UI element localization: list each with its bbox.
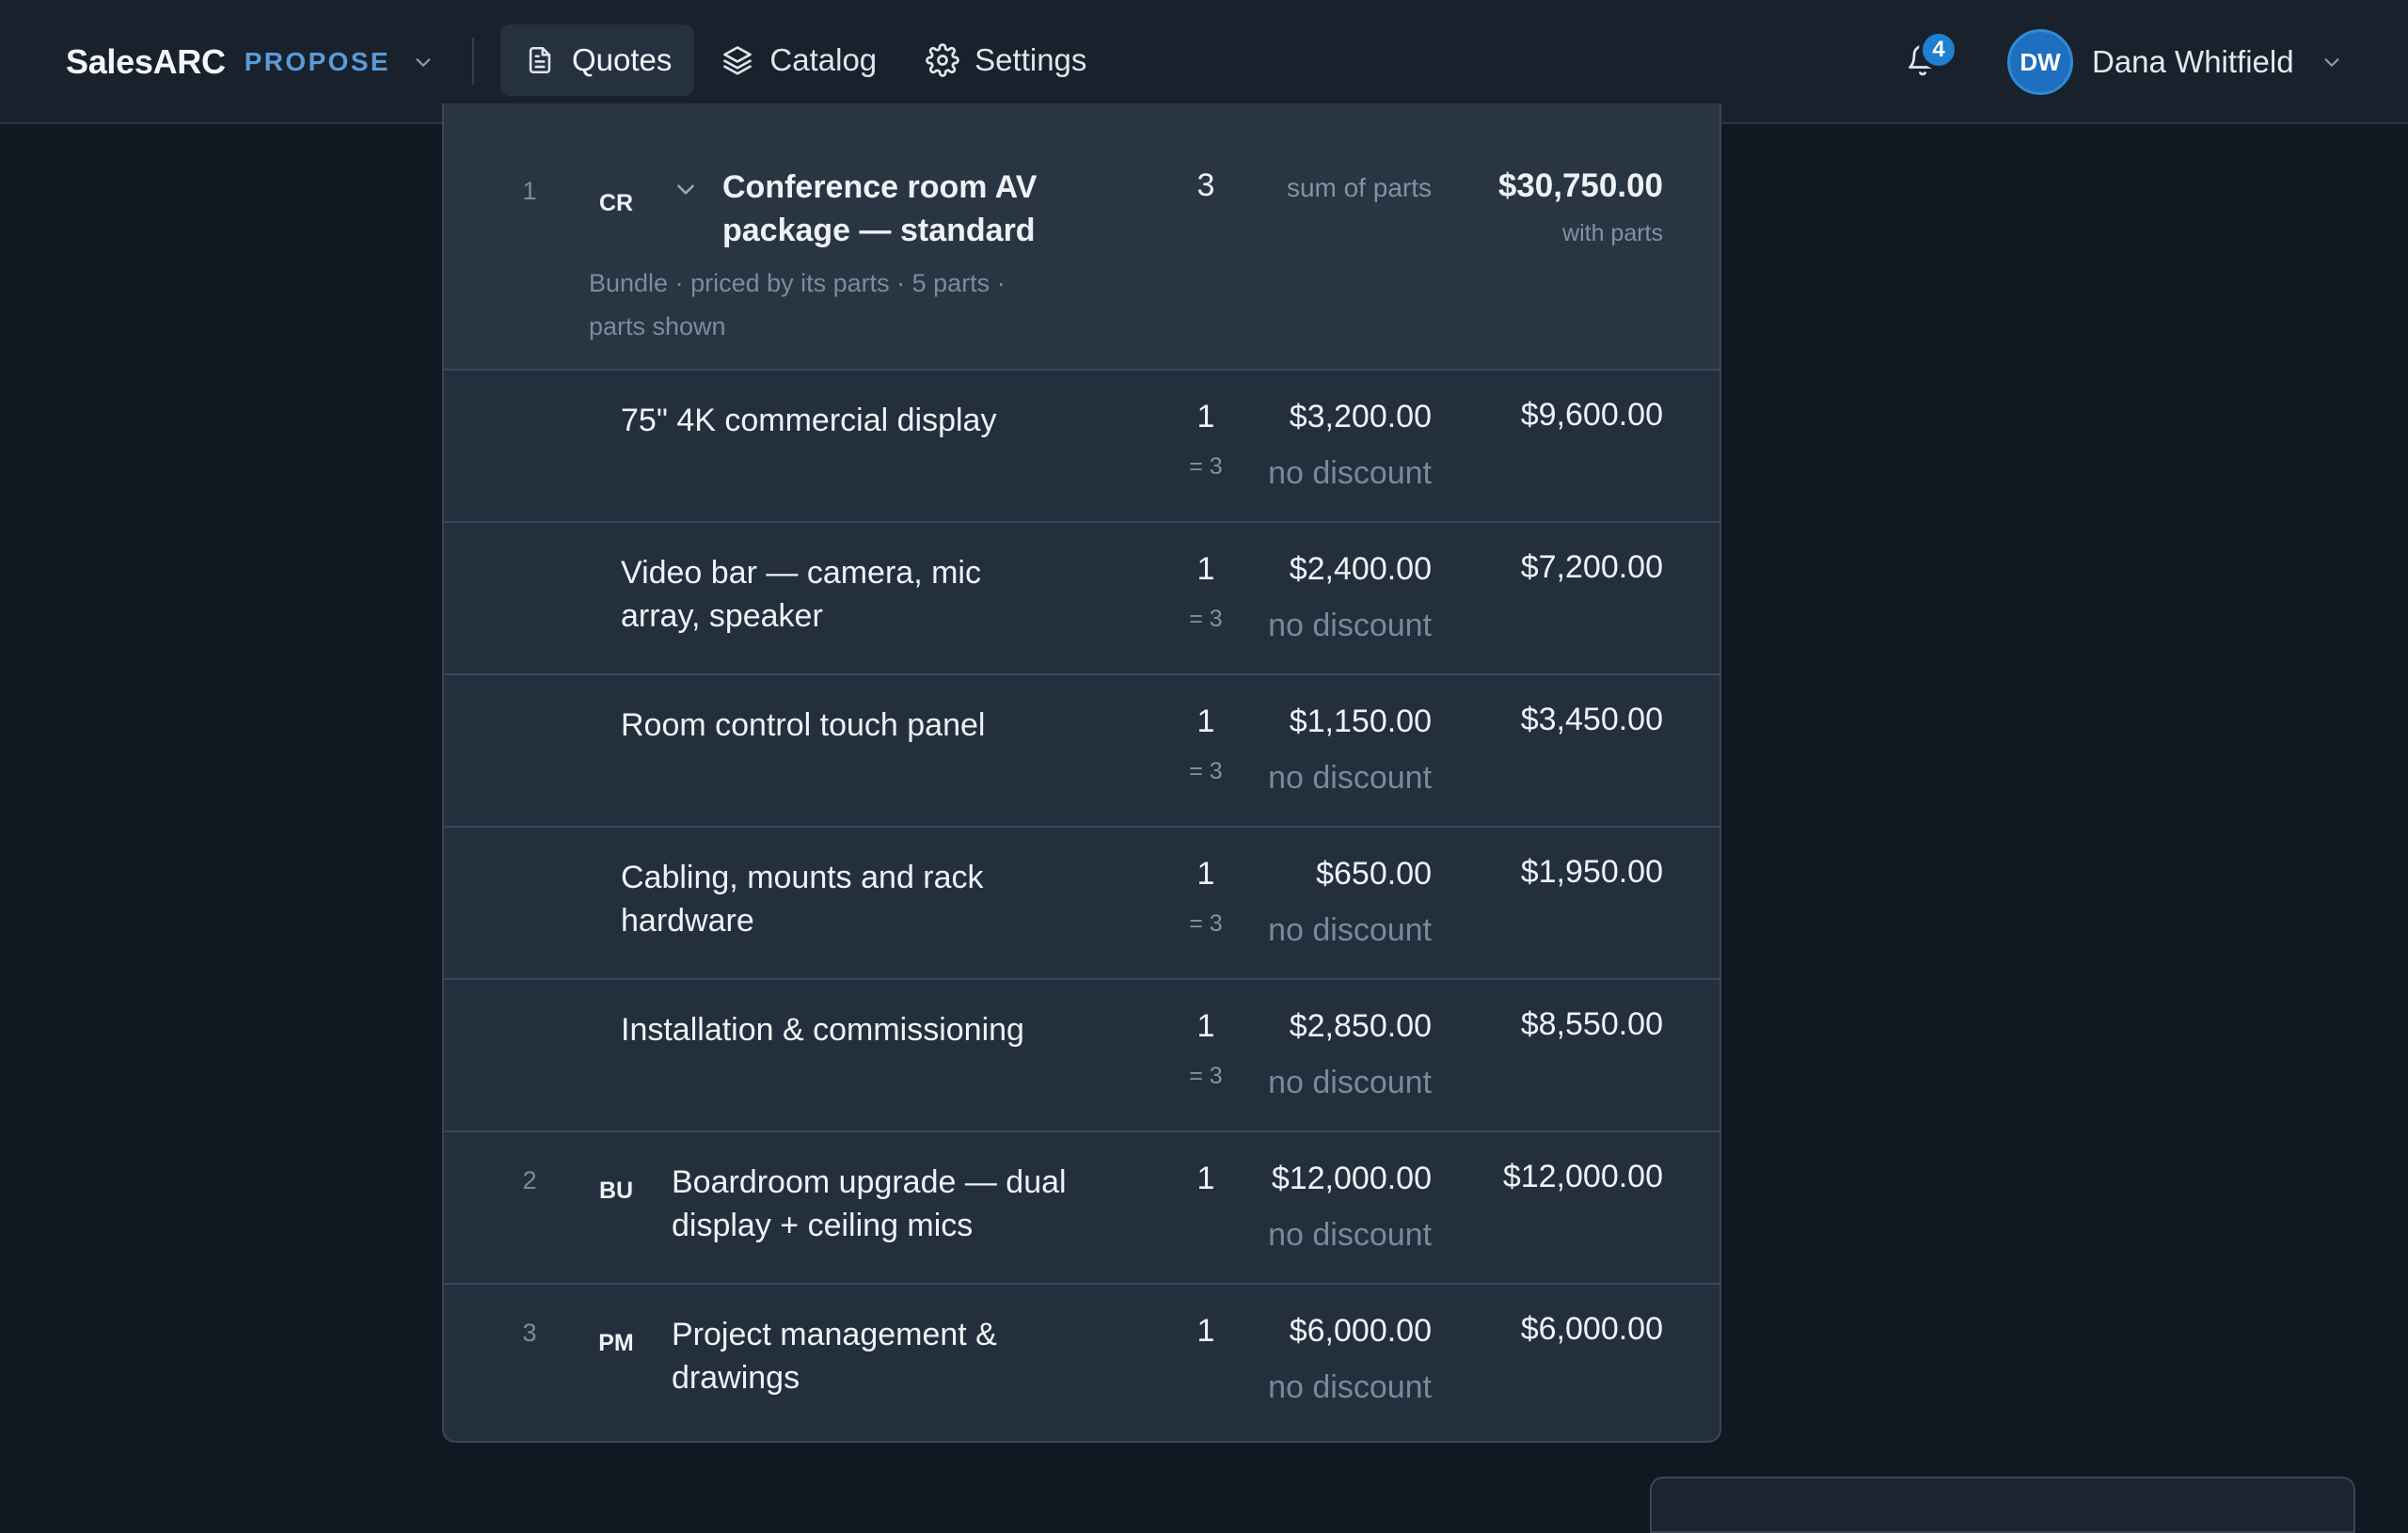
part-name: Video bar — camera, mic array, speaker	[621, 555, 981, 634]
nav-divider	[472, 38, 474, 85]
part-discount: no discount	[1268, 1065, 1432, 1100]
line-price-label: sum of parts	[1286, 173, 1432, 202]
part-name: Cabling, mounts and rack hardware	[621, 860, 984, 939]
app-name: SalesARC	[66, 42, 226, 81]
line-code: BU	[598, 1177, 634, 1204]
part-discount: no discount	[1268, 760, 1432, 796]
line-unit-price: $12,000.00	[1271, 1161, 1432, 1196]
table-row-item[interactable]: 2 BU Boardroom upgrade — dual display + …	[444, 1132, 1719, 1285]
line-code: PM	[598, 1330, 634, 1356]
line-name: Project management & drawings	[672, 1317, 997, 1396]
user-menu[interactable]: DW Dana Whitfield	[2007, 28, 2343, 96]
notification-count-badge: 4	[1919, 30, 1958, 70]
user-name: Dana Whitfield	[2092, 44, 2294, 79]
part-total: $7,200.00	[1520, 549, 1663, 585]
table-row-part[interactable]: Installation & commissioning 1 = 3 $2,85…	[444, 980, 1719, 1132]
line-number: 1	[522, 177, 537, 205]
line-total: $30,750.00	[1497, 167, 1663, 204]
nav-item-catalog[interactable]: Catalog	[698, 24, 899, 96]
nav-label: Quotes	[572, 42, 673, 77]
nav-item-quotes[interactable]: Quotes	[500, 24, 695, 96]
main-nav: Quotes Catalog Settings	[500, 24, 1113, 96]
line-qty: 1	[1196, 1313, 1215, 1349]
line-number: 3	[522, 1319, 537, 1347]
line-qty: 3	[1196, 167, 1215, 203]
part-qty-total: = 3	[1189, 1063, 1223, 1089]
table-row-part[interactable]: 75" 4K commercial display 1 = 3 $3,200.0…	[444, 371, 1719, 523]
table-row-item[interactable]: 3 PM Project management & drawings 1 $6,…	[444, 1285, 1719, 1437]
part-qty-total: = 3	[1189, 910, 1223, 937]
part-unit-price: $650.00	[1316, 856, 1432, 892]
table-row-part[interactable]: Video bar — camera, mic array, speaker 1…	[444, 523, 1719, 675]
part-qty-total: = 3	[1189, 758, 1223, 784]
line-total: $12,000.00	[1502, 1159, 1663, 1194]
nav-item-settings[interactable]: Settings	[903, 24, 1109, 96]
part-total: $1,950.00	[1520, 854, 1663, 890]
nav-label: Catalog	[769, 42, 878, 77]
line-number: 2	[522, 1166, 537, 1194]
line-code: CR	[598, 190, 634, 216]
part-discount: no discount	[1268, 608, 1432, 643]
line-discount: no discount	[1268, 1369, 1432, 1405]
quote-lines-table: 1 CR Conference room AV package — standa…	[442, 103, 1721, 1443]
chevron-down-icon[interactable]	[411, 50, 436, 74]
gear-icon	[926, 43, 959, 77]
table-header-strip	[444, 103, 1719, 145]
part-qty: 1	[1196, 399, 1215, 435]
table-row-bundle[interactable]: 1 CR Conference room AV package — standa…	[444, 145, 1719, 371]
line-total-note: with parts	[1562, 220, 1663, 246]
line-name: Boardroom upgrade — dual display + ceili…	[672, 1164, 1067, 1243]
line-name: Conference room AV package — standard	[722, 169, 1038, 248]
chevron-down-icon	[2321, 51, 2343, 73]
part-unit-price: $2,850.00	[1289, 1008, 1432, 1044]
line-unit-price: $6,000.00	[1289, 1313, 1432, 1349]
line-total: $6,000.00	[1520, 1311, 1663, 1347]
line-qty: 1	[1196, 1161, 1215, 1196]
table-row-part[interactable]: Cabling, mounts and rack hardware 1 = 3 …	[444, 828, 1719, 980]
part-qty-total: = 3	[1189, 606, 1223, 632]
part-qty: 1	[1196, 856, 1215, 892]
avatar: DW	[2007, 29, 2073, 95]
part-discount: no discount	[1268, 455, 1432, 491]
part-name: Installation & commissioning	[621, 1012, 1024, 1048]
layers-icon	[721, 43, 754, 77]
part-total: $9,600.00	[1520, 397, 1663, 433]
part-total: $3,450.00	[1520, 702, 1663, 737]
part-unit-price: $3,200.00	[1289, 399, 1432, 435]
part-total: $8,550.00	[1520, 1006, 1663, 1042]
part-unit-price: $1,150.00	[1289, 703, 1432, 739]
part-qty-total: = 3	[1189, 453, 1223, 480]
module-name: PROPOSE	[244, 47, 390, 76]
document-icon	[523, 43, 557, 77]
part-qty: 1	[1196, 551, 1215, 587]
summary-panel	[1650, 1477, 2355, 1533]
nav-label: Settings	[974, 42, 1087, 77]
line-discount: no discount	[1268, 1217, 1432, 1253]
part-qty: 1	[1196, 703, 1215, 739]
part-name: 75" 4K commercial display	[621, 403, 997, 438]
line-meta: Bundle · priced by its parts · 5 parts ·…	[589, 269, 1006, 340]
part-unit-price: $2,400.00	[1289, 551, 1432, 587]
chevron-down-icon	[673, 177, 698, 206]
bundle-collapse-toggle[interactable]	[672, 177, 700, 205]
part-name: Room control touch panel	[621, 707, 986, 743]
part-discount: no discount	[1268, 912, 1432, 948]
part-qty: 1	[1196, 1008, 1215, 1044]
table-row-part[interactable]: Room control touch panel 1 = 3 $1,150.00…	[444, 675, 1719, 828]
app-switcher[interactable]: SalesARC PROPOSE	[66, 38, 436, 87]
